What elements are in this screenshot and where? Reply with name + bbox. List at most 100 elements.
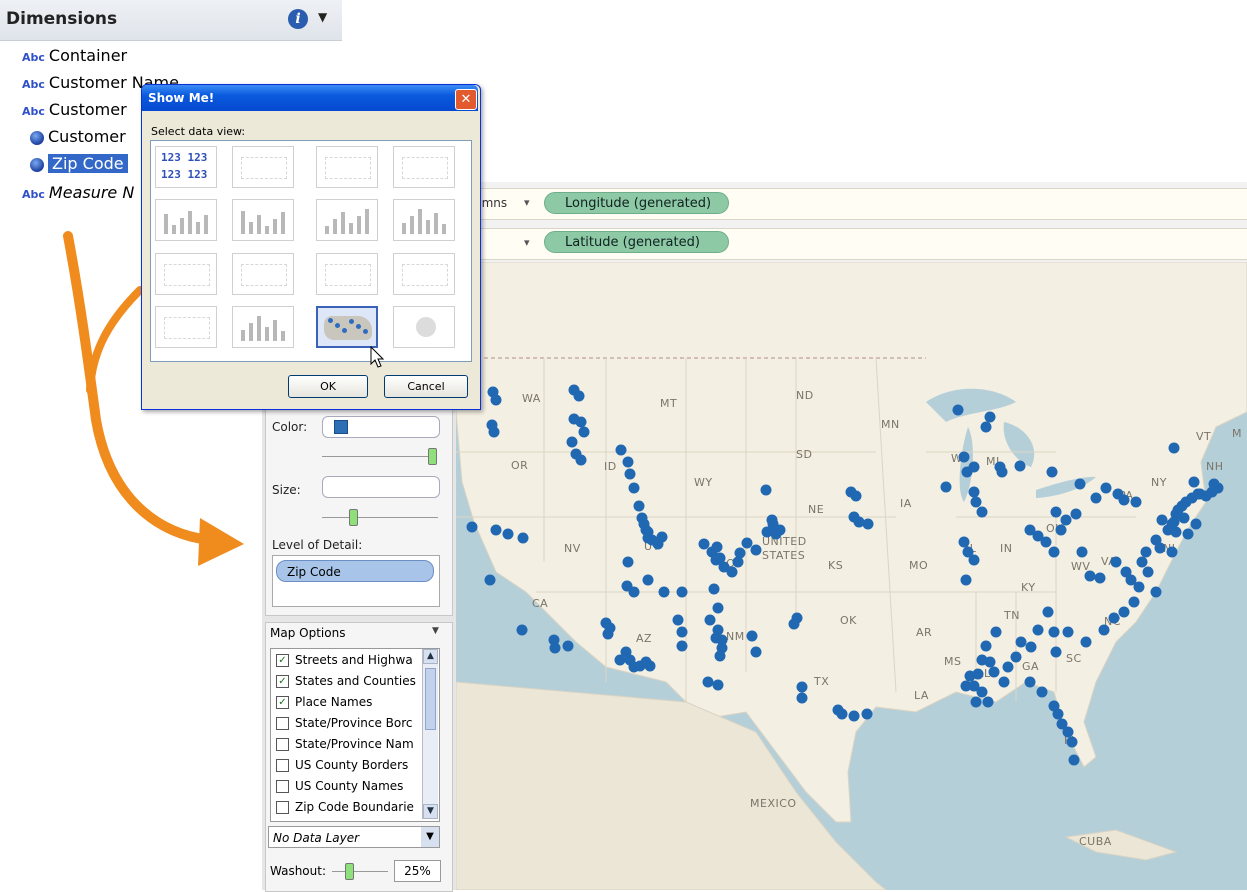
zip-code-mark[interactable] [1150, 586, 1162, 598]
zip-code-mark[interactable] [562, 640, 574, 652]
zip-code-mark[interactable] [734, 547, 746, 559]
zip-code-mark[interactable] [976, 686, 988, 698]
zip-code-mark[interactable] [1168, 516, 1180, 528]
zip-code-mark[interactable] [575, 416, 587, 428]
chevron-down-icon[interactable]: ▼ [421, 827, 439, 847]
zip-code-mark[interactable] [628, 482, 640, 494]
checkbox[interactable] [276, 780, 289, 793]
chart-type-side-by-side-circles[interactable] [155, 306, 217, 348]
chart-type-stacked-bars[interactable] [232, 199, 294, 241]
zip-code-mark[interactable] [746, 630, 758, 642]
map-option-states[interactable]: ✓ States and Counties [276, 671, 421, 692]
zip-code-mark[interactable] [698, 538, 710, 550]
zip-code-mark[interactable] [490, 524, 502, 536]
zip-code-mark[interactable] [766, 514, 778, 526]
zip-code-mark[interactable] [710, 554, 722, 566]
zip-code-mark[interactable] [1182, 528, 1194, 540]
chart-type-highlight-table[interactable] [316, 146, 378, 188]
chevron-down-icon[interactable]: ▾ [524, 196, 530, 209]
zip-code-mark[interactable] [998, 676, 1010, 688]
zip-code-mark[interactable] [1166, 546, 1178, 558]
zip-code-mark[interactable] [1025, 641, 1037, 653]
chart-type-histogram[interactable] [232, 306, 294, 348]
map-option-county-borders[interactable]: US County Borders [276, 755, 421, 776]
dimension-item[interactable]: Abc Customer [22, 97, 127, 123]
scroll-thumb[interactable] [425, 668, 436, 730]
chart-type-circle-view[interactable] [316, 253, 378, 295]
zip-code-mark[interactable] [466, 521, 478, 533]
zip-code-mark[interactable] [862, 518, 874, 530]
zip-code-mark[interactable] [624, 468, 636, 480]
zip-code-mark[interactable] [484, 574, 496, 586]
map-option-place-names[interactable]: ✓ Place Names [276, 692, 421, 713]
zip-code-mark[interactable] [628, 586, 640, 598]
zip-code-mark[interactable] [573, 390, 585, 402]
zip-code-mark[interactable] [714, 650, 726, 662]
zip-code-mark[interactable] [1128, 596, 1140, 608]
chevron-down-icon[interactable]: ▼ [432, 626, 439, 636]
zip-code-mark[interactable] [1192, 488, 1204, 500]
zip-code-mark[interactable] [702, 676, 714, 688]
dimension-item-selected[interactable]: Zip Code [30, 151, 128, 177]
zip-code-pill[interactable]: Zip Code [276, 560, 434, 582]
chart-type-pie-chart[interactable] [393, 306, 455, 348]
zip-code-mark[interactable] [968, 554, 980, 566]
zip-code-mark[interactable] [578, 426, 590, 438]
zip-code-mark[interactable] [1040, 536, 1052, 548]
zip-code-mark[interactable] [976, 654, 988, 666]
zip-code-mark[interactable] [850, 490, 862, 502]
zip-code-mark[interactable] [861, 708, 873, 720]
zip-code-mark[interactable] [622, 456, 634, 468]
zip-code-mark[interactable] [644, 660, 656, 672]
zip-code-mark[interactable] [960, 680, 972, 692]
map-option-county-names[interactable]: US County Names [276, 776, 421, 797]
zip-code-mark[interactable] [968, 486, 980, 498]
checkbox[interactable] [276, 717, 289, 730]
zip-code-mark[interactable] [549, 642, 561, 654]
zip-code-mark[interactable] [1090, 492, 1102, 504]
zip-code-mark[interactable] [676, 640, 688, 652]
scroll-down-icon[interactable]: ▼ [423, 804, 438, 819]
zip-code-mark[interactable] [602, 628, 614, 640]
zip-code-mark[interactable] [770, 524, 782, 536]
zip-code-mark[interactable] [712, 679, 724, 691]
zip-code-mark[interactable] [848, 710, 860, 722]
chart-type-scatter-plot[interactable] [393, 253, 455, 295]
zip-code-mark[interactable] [1052, 708, 1064, 720]
zip-code-mark[interactable] [642, 574, 654, 586]
ok-button[interactable]: OK [288, 375, 368, 398]
zip-code-mark[interactable] [1172, 504, 1184, 516]
zip-code-mark[interactable] [708, 583, 720, 595]
zip-code-mark[interactable] [984, 411, 996, 423]
checkbox[interactable] [276, 801, 289, 814]
zip-code-mark[interactable] [658, 586, 670, 598]
zip-code-mark[interactable] [1118, 494, 1130, 506]
chart-type-measure-bars[interactable] [393, 199, 455, 241]
chart-type-symbol-map[interactable] [393, 146, 455, 188]
zip-code-mark[interactable] [672, 614, 684, 626]
zip-code-mark[interactable] [968, 461, 980, 473]
zip-code-mark[interactable] [1076, 546, 1088, 558]
dropdown-arrow-icon[interactable]: ▼ [318, 10, 327, 24]
dimension-item[interactable]: Abc Measure N [22, 180, 134, 206]
zip-code-mark[interactable] [1100, 482, 1112, 494]
zip-code-mark[interactable] [712, 624, 724, 636]
zip-code-mark[interactable] [1074, 478, 1086, 490]
zip-code-mark[interactable] [642, 532, 654, 544]
zip-code-mark[interactable] [1002, 661, 1014, 673]
zip-code-mark[interactable] [836, 708, 848, 720]
zip-code-mark[interactable] [750, 544, 762, 556]
longitude-pill[interactable]: Longitude (generated) [544, 192, 729, 214]
zip-code-mark[interactable] [1118, 606, 1130, 618]
dimension-item[interactable]: Abc Container [22, 43, 127, 69]
zip-code-mark[interactable] [958, 451, 970, 463]
checkbox[interactable]: ✓ [276, 654, 289, 667]
zip-code-mark[interactable] [1048, 626, 1060, 638]
zip-code-mark[interactable] [1068, 754, 1080, 766]
map-option-state-names[interactable]: State/Province Nam [276, 734, 421, 755]
chart-type-filled-map[interactable] [316, 306, 378, 348]
color-swatch[interactable] [334, 420, 348, 434]
washout-value-field[interactable]: 25% [394, 860, 441, 882]
chart-type-lines-continuous[interactable] [155, 253, 217, 295]
zip-code-mark[interactable] [712, 602, 724, 614]
